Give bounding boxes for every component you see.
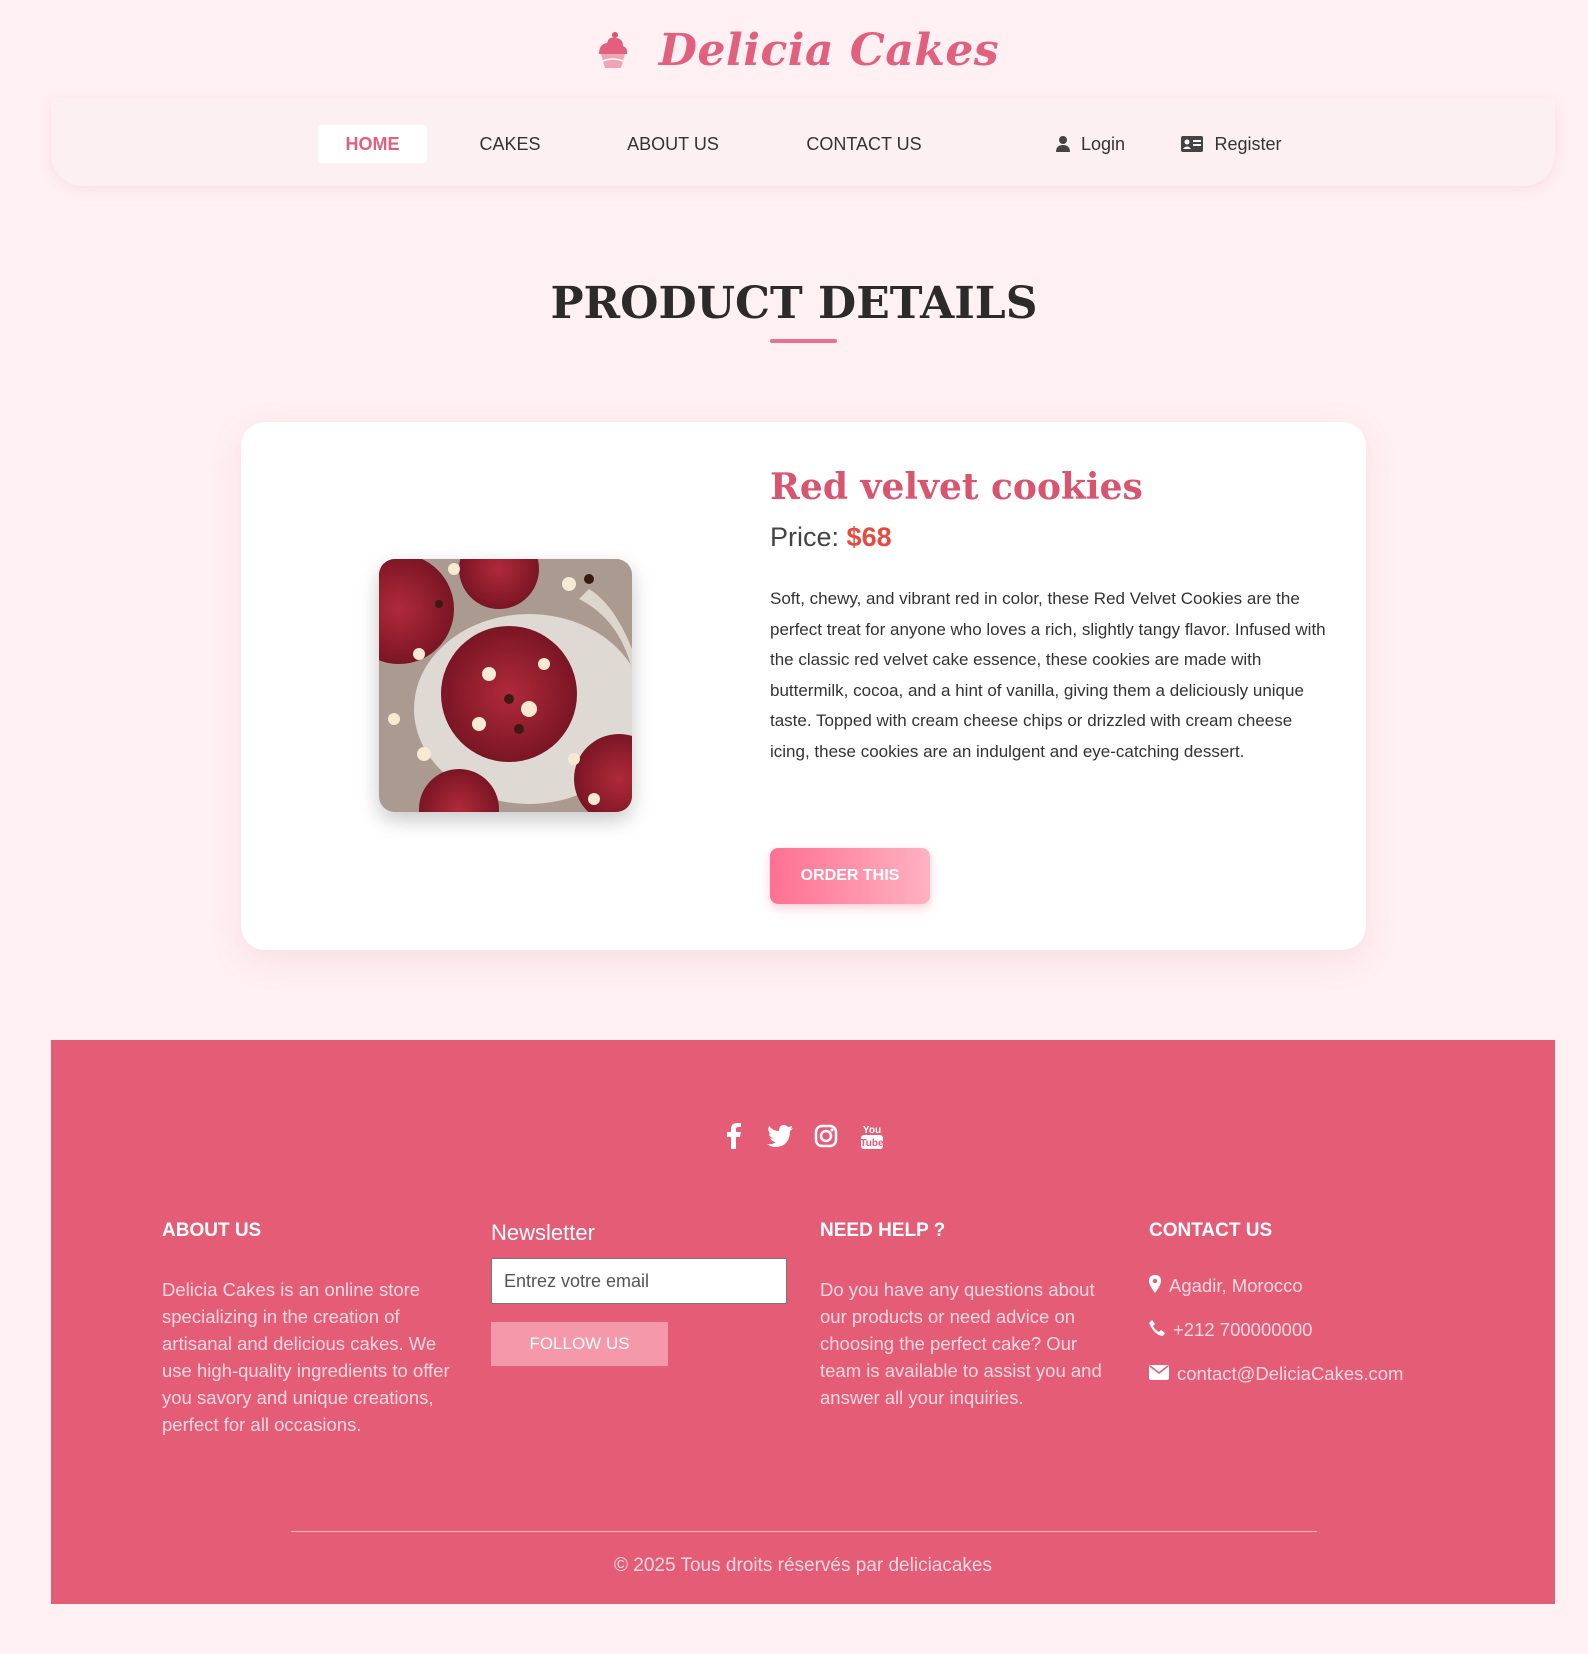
product-image: [379, 559, 632, 812]
footer-contact: CONTACT US Agadir, Morocco +212 70000000…: [1149, 1220, 1449, 1396]
product-card: Red velvet cookies Price: $68 Soft, chew…: [241, 422, 1366, 950]
instagram-icon[interactable]: [812, 1122, 840, 1150]
product-name: Red velvet cookies: [770, 466, 1143, 508]
contact-email: contact@DeliciaCakes.com: [1149, 1352, 1449, 1396]
nav-register[interactable]: Register: [1172, 125, 1290, 163]
brand-name: Delicia Cakes: [658, 24, 1000, 76]
youtube-icon[interactable]: You Tube: [858, 1122, 886, 1150]
copyright: © 2025 Tous droits réservés par deliciac…: [613, 1555, 992, 1576]
price-value: $68: [846, 522, 892, 552]
newsletter-email-input[interactable]: [491, 1258, 787, 1304]
nav-contact-us[interactable]: CONTACT US: [784, 125, 944, 163]
svg-text:You: You: [863, 1125, 881, 1136]
social-links: You Tube: [51, 1122, 1555, 1150]
contact-list: Agadir, Morocco +212 700000000 contact@D…: [1149, 1264, 1449, 1396]
contact-address-text: Agadir, Morocco: [1169, 1275, 1303, 1296]
follow-us-button[interactable]: FOLLOW US: [491, 1322, 668, 1366]
nav-contact-label: CONTACT US: [806, 133, 922, 154]
footer-about-text: Delicia Cakes is an online store special…: [162, 1279, 450, 1435]
footer-newsletter: Newsletter FOLLOW US: [491, 1220, 791, 1366]
nav-home-label: HOME: [345, 133, 400, 154]
footer: You Tube ABOUT US Delicia Cakes is an onl…: [51, 1040, 1555, 1604]
nav-about-label: ABOUT US: [627, 133, 719, 154]
nav-cakes-label: CAKES: [479, 133, 541, 154]
footer-help-text: Do you have any questions about our prod…: [820, 1279, 1102, 1408]
user-icon: [1055, 135, 1071, 153]
footer-about: ABOUT US Delicia Cakes is an online stor…: [162, 1220, 452, 1438]
contact-email-text[interactable]: contact@DeliciaCakes.com: [1177, 1363, 1403, 1385]
nav-register-label: Register: [1214, 133, 1282, 154]
footer-about-title: ABOUT US: [162, 1220, 262, 1241]
cupcake-logo-icon: [598, 32, 628, 68]
price-label: Price:: [770, 522, 840, 552]
footer-contact-title: CONTACT US: [1149, 1220, 1273, 1241]
nav-about-us[interactable]: ABOUT US: [609, 125, 737, 163]
twitter-icon[interactable]: [766, 1122, 794, 1150]
page-title: PRODUCT DETAILS: [550, 278, 1038, 329]
nav-cakes[interactable]: CAKES: [455, 125, 565, 163]
product-description: Soft, chewy, and vibrant red in color, t…: [770, 589, 1326, 761]
price-line: Price: $68: [770, 522, 892, 553]
title-underline: [770, 339, 837, 343]
map-marker-icon: [1149, 1274, 1161, 1298]
nav-login-label: Login: [1080, 133, 1126, 154]
svg-text:Tube: Tube: [860, 1138, 884, 1149]
facebook-icon[interactable]: [720, 1122, 748, 1150]
phone-icon: [1149, 1319, 1165, 1341]
footer-divider: [291, 1531, 1317, 1532]
contact-phone: +212 700000000: [1149, 1308, 1449, 1352]
nav-home[interactable]: HOME: [318, 125, 427, 163]
contact-address: Agadir, Morocco: [1149, 1264, 1449, 1308]
id-card-icon: [1180, 135, 1204, 153]
newsletter-title: Newsletter: [491, 1220, 595, 1245]
brand[interactable]: Delicia Cakes: [0, 18, 1588, 82]
envelope-icon: [1149, 1363, 1169, 1385]
footer-help-title: NEED HELP ?: [820, 1220, 946, 1241]
footer-help: NEED HELP ? Do you have any questions ab…: [820, 1220, 1105, 1411]
order-button[interactable]: ORDER THIS: [770, 848, 930, 904]
main-navbar: HOME CAKES ABOUT US CONTACT US Login Reg…: [51, 98, 1555, 186]
nav-login[interactable]: Login: [1045, 125, 1135, 163]
contact-phone-text: +212 700000000: [1173, 1319, 1313, 1340]
